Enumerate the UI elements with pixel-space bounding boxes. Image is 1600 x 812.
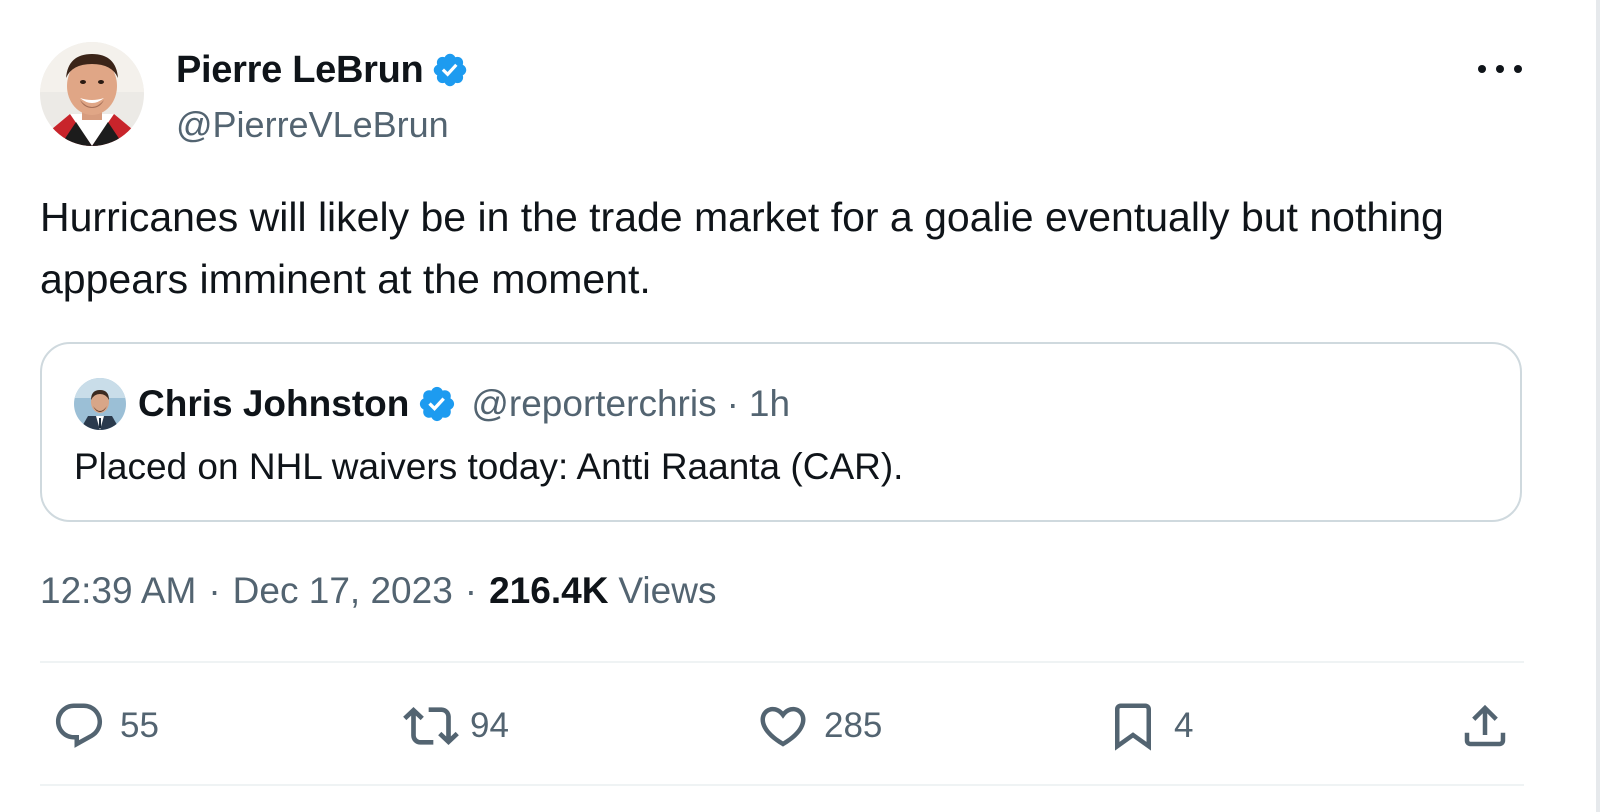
views-label: Views bbox=[618, 570, 717, 611]
divider bbox=[40, 661, 1524, 663]
repost-button[interactable]: 94 bbox=[400, 698, 509, 754]
more-dot bbox=[1478, 65, 1486, 73]
tweet-meta: 12:39 AM · Dec 17, 2023 · 216.4K Views bbox=[40, 570, 716, 612]
scroll-edge bbox=[1596, 0, 1600, 812]
name-row: Pierre LeBrun bbox=[176, 48, 469, 92]
author-avatar[interactable] bbox=[40, 42, 144, 146]
bookmark-button[interactable]: 4 bbox=[1106, 698, 1193, 754]
meta-separator: · bbox=[208, 570, 221, 611]
like-button[interactable]: 285 bbox=[756, 698, 882, 754]
like-icon bbox=[760, 706, 806, 747]
tweet-date[interactable]: Dec 17, 2023 bbox=[233, 570, 453, 612]
verified-icon bbox=[434, 53, 467, 87]
reply-count: 55 bbox=[120, 706, 159, 745]
tweet-header: Pierre LeBrun @PierreVLeBrun bbox=[40, 42, 469, 148]
quoted-tweet-card[interactable]: Chris Johnston @reporterchris · 1h Place… bbox=[40, 342, 1522, 522]
quoted-timestamp: 1h bbox=[748, 383, 791, 424]
meta-separator: · bbox=[464, 570, 478, 611]
reply-icon bbox=[55, 703, 103, 748]
bookmark-count: 4 bbox=[1174, 706, 1194, 745]
quoted-tweet-text: Placed on NHL waivers today: Antti Raant… bbox=[74, 446, 904, 487]
author-handle[interactable]: @PierreVLeBrun bbox=[176, 104, 469, 146]
tweet-text: Hurricanes will likely be in the trade m… bbox=[40, 194, 1444, 302]
quoted-separator: · bbox=[726, 383, 739, 424]
reply-button[interactable]: 55 bbox=[52, 698, 159, 754]
quoted-tweet-header: Chris Johnston @reporterchris · 1h bbox=[74, 378, 790, 430]
author-display-name[interactable]: Pierre LeBrun bbox=[176, 49, 424, 92]
repost-icon bbox=[403, 707, 459, 745]
quoted-author-handle: @reporterchris bbox=[471, 383, 717, 424]
views-count[interactable]: 216.4K bbox=[489, 570, 608, 612]
more-dot bbox=[1514, 65, 1522, 73]
repost-count: 94 bbox=[470, 706, 509, 745]
like-count: 285 bbox=[824, 706, 883, 745]
quoted-author-name: Chris Johnston bbox=[138, 383, 410, 424]
tweet-time[interactable]: 12:39 AM bbox=[40, 570, 196, 612]
quoted-author-avatar bbox=[74, 378, 126, 430]
divider bbox=[40, 784, 1524, 786]
more-icon[interactable] bbox=[1478, 56, 1522, 82]
verified-icon bbox=[420, 386, 455, 422]
share-icon bbox=[1464, 704, 1506, 747]
author-names: Pierre LeBrun @PierreVLeBrun bbox=[176, 48, 469, 146]
more-dot bbox=[1496, 65, 1504, 73]
bookmark-icon bbox=[1115, 703, 1151, 751]
share-button[interactable] bbox=[1458, 698, 1512, 754]
